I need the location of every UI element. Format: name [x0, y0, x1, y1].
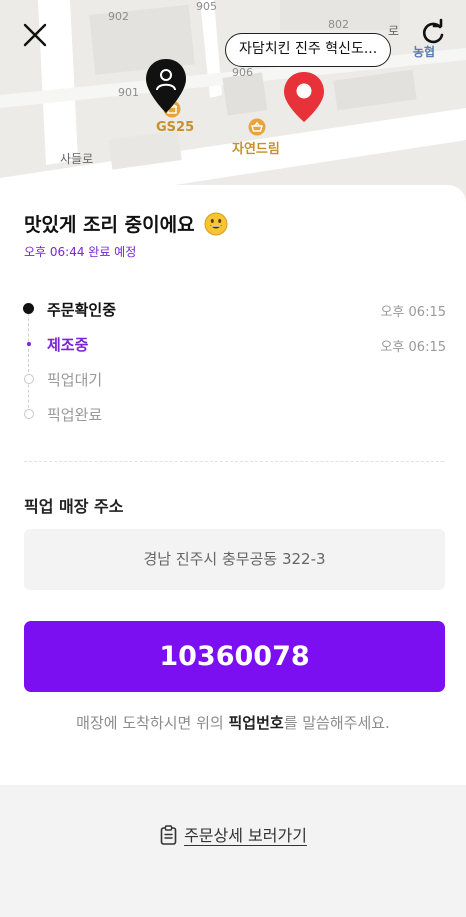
notice-text: 를 말씀해주세요. — [283, 714, 390, 732]
section-divider — [24, 461, 444, 462]
step-cooking: 제조중 오후 06:15 — [20, 332, 446, 356]
order-detail-link-label[interactable]: 주문상세 보러가기 — [184, 826, 307, 845]
step-order-confirm: 주문확인중 오후 06:15 — [20, 297, 446, 321]
market-icon — [248, 118, 266, 136]
map-block-number: 906 — [232, 66, 253, 79]
destination-pin-icon — [284, 72, 324, 122]
poi-label-gs25: GS25 — [156, 120, 195, 135]
map-road-name: 사들로 — [60, 152, 94, 166]
progress-line — [28, 313, 29, 413]
step-dot-pending — [24, 374, 34, 384]
footer: 주문상세 보러가기 — [0, 785, 466, 917]
store-name-bubble[interactable]: 자담치킨 진주 혁신도... — [225, 33, 392, 67]
clipboard-icon — [160, 825, 177, 845]
map-block-number: 902 — [108, 10, 129, 23]
order-detail-link[interactable]: 주문상세 보러가기 — [0, 822, 466, 846]
step-label: 픽업완료 — [47, 406, 103, 424]
user-location-pin-icon — [146, 59, 186, 113]
poi-label-market: 자연드림 — [232, 142, 280, 157]
step-dot-pending — [24, 409, 34, 419]
map-block-number: 901 — [118, 86, 139, 99]
map-road-label: 로 — [388, 24, 400, 38]
step-pickup-complete: 픽업완료 — [20, 402, 446, 426]
notice-text: 매장에 도착하시면 위의 — [76, 714, 229, 732]
step-label: 주문확인중 — [47, 301, 117, 319]
status-title-text: 맛있게 조리 중이에요 — [24, 214, 195, 236]
smile-emoji-icon — [204, 212, 228, 236]
step-dot-done — [23, 303, 34, 314]
map-block-number: 905 — [196, 0, 217, 13]
step-time: 오후 06:15 — [380, 340, 446, 355]
close-icon[interactable] — [20, 20, 50, 50]
step-dot-current — [27, 342, 31, 346]
status-title: 맛있게 조리 중이에요 — [24, 210, 228, 237]
order-status-sheet: 맛있게 조리 중이에요 오후 06:44 완료 예정 주문확인중 오후 06:1… — [0, 185, 466, 785]
map-view[interactable]: 902 905 802 906 901 로 GS25 자연드림 사들로 농협 자… — [0, 0, 466, 215]
step-time: 오후 06:15 — [380, 305, 446, 320]
pickup-address-title: 픽업 매장 주소 — [24, 497, 124, 516]
eta-text: 오후 06:44 완료 예정 — [24, 245, 137, 259]
step-pickup-waiting: 픽업대기 — [20, 367, 446, 391]
pickup-address-box: 경남 진주시 충무공동 322-3 — [24, 529, 445, 590]
pickup-notice: 매장에 도착하시면 위의 픽업번호를 말씀해주세요. — [0, 712, 466, 733]
step-label: 제조중 — [47, 336, 89, 354]
map-block-number: 802 — [328, 18, 349, 31]
pickup-number-button[interactable]: 10360078 — [24, 621, 445, 692]
poi-label-nh: 농협 — [413, 45, 436, 59]
step-label: 픽업대기 — [47, 371, 103, 389]
notice-highlight: 픽업번호 — [228, 714, 284, 732]
